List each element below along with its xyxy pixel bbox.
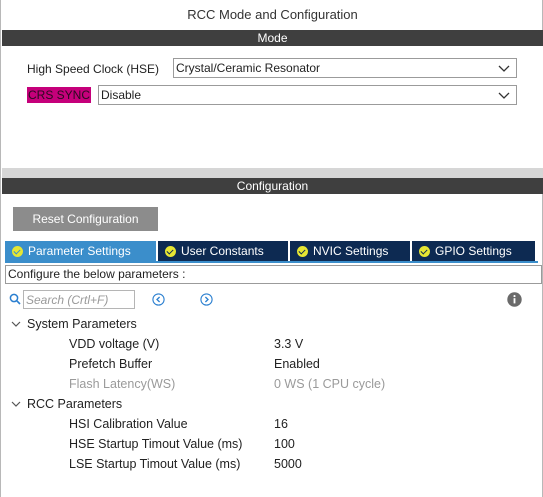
tab-label: User Constants	[181, 244, 264, 258]
param-value[interactable]: 100	[274, 437, 295, 451]
config-tabs: Parameter Settings User Constants NVIC S…	[5, 241, 537, 261]
chevron-right-circle-icon[interactable]	[200, 293, 213, 306]
param-name[interactable]: HSI Calibration Value	[69, 417, 188, 431]
hse-dropdown[interactable]: Crystal/Ceramic Resonator	[173, 58, 517, 78]
crs-sync-dropdown-value: Disable	[101, 88, 142, 102]
search-icon	[9, 293, 21, 305]
tab-gpio-settings[interactable]: GPIO Settings	[412, 241, 535, 261]
hse-label: High Speed Clock (HSE)	[27, 62, 160, 76]
check-circle-icon	[12, 245, 23, 257]
window-title: RCC Mode and Configuration	[187, 7, 358, 22]
chevron-down-icon	[498, 65, 510, 72]
tab-label: GPIO Settings	[435, 244, 512, 258]
check-circle-icon	[297, 245, 308, 257]
mode-header: Mode	[2, 30, 543, 46]
crs-sync-dropdown[interactable]: Disable	[98, 85, 517, 105]
chevron-down-icon	[11, 321, 21, 327]
group-rcc-parameters[interactable]: RCC Parameters	[11, 394, 122, 414]
panel-divider[interactable]	[2, 168, 543, 178]
param-name: Flash Latency(WS)	[69, 377, 176, 391]
tab-user-constants[interactable]: User Constants	[158, 241, 288, 261]
chevron-left-circle-icon[interactable]	[152, 293, 165, 306]
param-value[interactable]: 16	[274, 417, 288, 431]
group-label: System Parameters	[27, 317, 137, 331]
group-label: RCC Parameters	[27, 397, 123, 411]
param-value[interactable]: Enabled	[274, 357, 320, 371]
param-value[interactable]: 5000	[274, 457, 302, 471]
configure-hint: Configure the below parameters :	[5, 265, 542, 284]
search-input[interactable]	[23, 290, 135, 309]
crs-sync-label: CRS SYNC	[27, 87, 92, 103]
tab-nvic-settings[interactable]: NVIC Settings	[290, 241, 410, 261]
chevron-down-icon	[498, 92, 510, 99]
tab-label: Parameter Settings	[28, 244, 131, 258]
group-system-parameters[interactable]: System Parameters	[11, 314, 137, 334]
reset-configuration-button[interactable]: Reset Configuration	[13, 207, 158, 231]
param-name[interactable]: VDD voltage (V)	[69, 337, 159, 351]
param-value: 0 WS (1 CPU cycle)	[274, 377, 386, 391]
chevron-down-icon	[11, 401, 21, 407]
param-name[interactable]: HSE Startup Timout Value (ms)	[69, 437, 242, 451]
rcc-panel: RCC Mode and Configuration Mode High Spe…	[0, 0, 543, 497]
tab-underline	[5, 261, 538, 263]
check-circle-icon	[165, 245, 176, 257]
check-circle-icon	[419, 245, 430, 257]
param-name[interactable]: LSE Startup Timout Value (ms)	[69, 457, 240, 471]
hse-dropdown-value: Crystal/Ceramic Resonator	[176, 61, 321, 75]
configuration-header: Configuration	[2, 178, 543, 194]
param-value[interactable]: 3.3 V	[274, 337, 303, 351]
param-name[interactable]: Prefetch Buffer	[69, 357, 152, 371]
info-icon[interactable]	[507, 292, 522, 307]
tab-label: NVIC Settings	[313, 244, 389, 258]
tab-parameter-settings[interactable]: Parameter Settings	[5, 241, 156, 261]
